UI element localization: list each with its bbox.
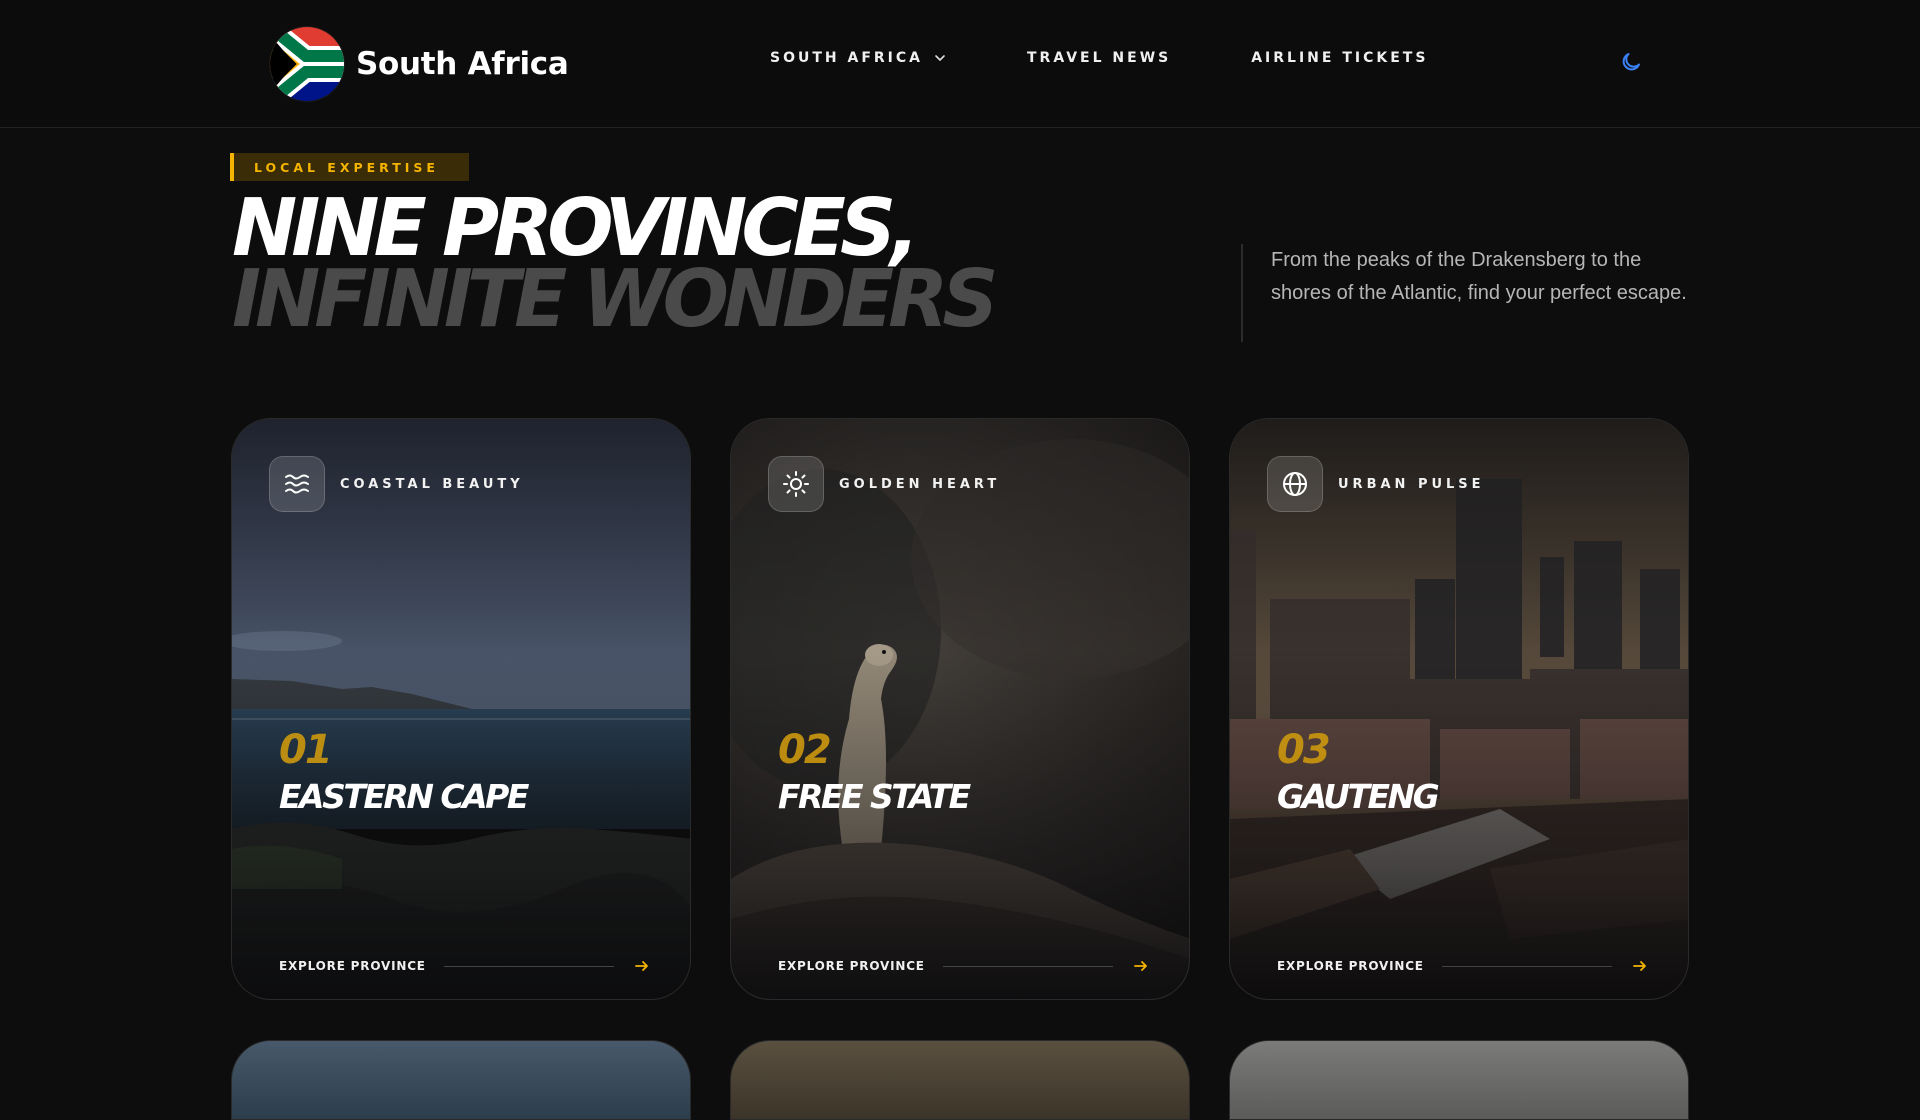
arrow-right-icon xyxy=(1134,961,1147,971)
site-header: South Africa SOUTH AFRICA TRAVEL NEWS AI… xyxy=(0,0,1920,128)
globe-icon xyxy=(1267,456,1323,512)
divider xyxy=(443,965,614,967)
intro-block: From the peaks of the Drakensberg to the… xyxy=(1241,244,1701,342)
section-badge: LOCAL EXPERTISE xyxy=(230,153,469,181)
title-line-2: INFINITE WONDERS xyxy=(232,253,998,346)
province-card-partial[interactable] xyxy=(730,1040,1190,1120)
brand-logo-link[interactable]: South Africa xyxy=(270,26,569,102)
card-province-name: GAUTENG xyxy=(1277,777,1440,816)
nav-item-label: SOUTH AFRICA xyxy=(770,50,923,66)
explore-province-link[interactable]: EXPLORE PROVINCE xyxy=(778,956,1149,976)
card-tag: GOLDEN HEART xyxy=(839,477,1001,492)
page-title: NINE PROVINCES, INFINITE WONDERS xyxy=(232,189,1132,346)
explore-province-link[interactable]: EXPLORE PROVINCE xyxy=(1277,956,1648,976)
chevron-down-icon xyxy=(935,55,945,61)
nav-item-label: TRAVEL NEWS xyxy=(1027,50,1172,66)
arrow-right-icon xyxy=(1633,961,1646,971)
explore-province-link[interactable]: EXPLORE PROVINCE xyxy=(279,956,650,976)
waves-icon xyxy=(269,456,325,512)
explore-label: EXPLORE PROVINCE xyxy=(778,959,925,973)
card-number: 01 xyxy=(279,727,333,773)
arrow-right-icon xyxy=(635,961,648,971)
explore-label: EXPLORE PROVINCE xyxy=(1277,959,1424,973)
card-number: 02 xyxy=(778,727,832,773)
nav-item-south-africa[interactable]: SOUTH AFRICA xyxy=(770,50,947,66)
divider xyxy=(942,965,1113,967)
south-africa-flag-icon xyxy=(270,27,344,101)
card-province-name: FREE STATE xyxy=(778,777,971,816)
main-nav: SOUTH AFRICA TRAVEL NEWS AIRLINE TICKETS xyxy=(770,50,1428,66)
card-number: 03 xyxy=(1277,727,1331,773)
moon-icon[interactable] xyxy=(1619,50,1643,74)
brand-name: South Africa xyxy=(356,46,569,82)
nav-item-airline-tickets[interactable]: AIRLINE TICKETS xyxy=(1251,50,1428,66)
province-card-gauteng[interactable]: URBAN PULSE 03 GAUTENG EXPLORE PROVINCE xyxy=(1229,418,1689,1000)
intro-text: From the peaks of the Drakensberg to the… xyxy=(1271,249,1687,304)
nav-item-travel-news[interactable]: TRAVEL NEWS xyxy=(1027,50,1171,66)
nav-item-label: AIRLINE TICKETS xyxy=(1251,50,1429,66)
explore-label: EXPLORE PROVINCE xyxy=(279,959,426,973)
province-card-partial[interactable] xyxy=(231,1040,691,1120)
sun-icon xyxy=(768,456,824,512)
province-card-free-state[interactable]: GOLDEN HEART 02 FREE STATE EXPLORE PROVI… xyxy=(730,418,1190,1000)
card-province-name: EASTERN CAPE xyxy=(279,777,529,816)
card-tag: URBAN PULSE xyxy=(1338,477,1485,492)
province-card-partial[interactable] xyxy=(1229,1040,1689,1120)
province-card-eastern-cape[interactable]: COASTAL BEAUTY 01 EASTERN CAPE EXPLORE P… xyxy=(231,418,691,1000)
divider xyxy=(1441,965,1612,967)
card-tag: COASTAL BEAUTY xyxy=(340,477,524,492)
